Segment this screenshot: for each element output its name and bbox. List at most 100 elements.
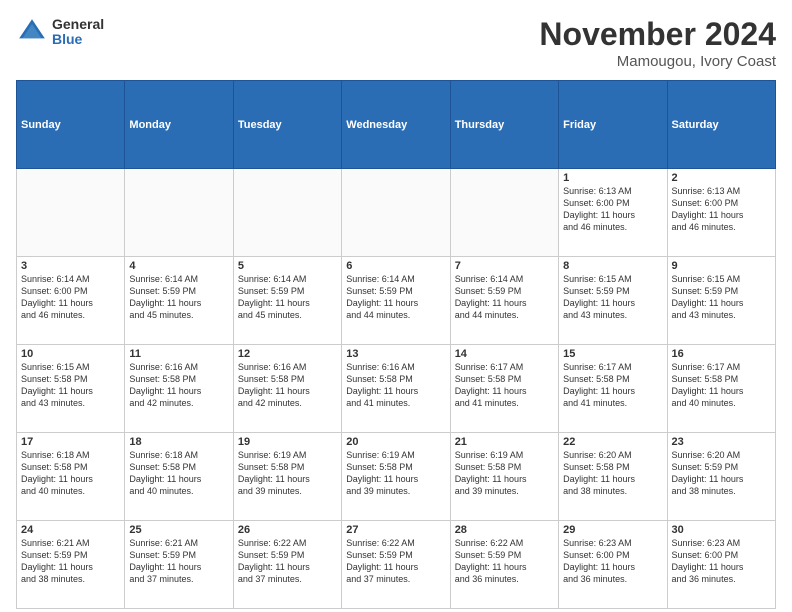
month-title: November 2024 xyxy=(539,16,776,53)
day-number: 21 xyxy=(455,436,554,448)
cell-w5-d3: 26Sunrise: 6:22 AM Sunset: 5:59 PM Dayli… xyxy=(233,521,341,609)
day-number: 5 xyxy=(238,260,337,272)
col-thursday: Thursday xyxy=(450,81,558,169)
cell-w1-d3 xyxy=(233,169,341,257)
col-wednesday: Wednesday xyxy=(342,81,450,169)
cell-info: Sunrise: 6:23 AM Sunset: 6:00 PM Dayligh… xyxy=(563,537,662,586)
cell-w2-d1: 3Sunrise: 6:14 AM Sunset: 6:00 PM Daylig… xyxy=(17,257,125,345)
cell-w1-d4 xyxy=(342,169,450,257)
day-number: 1 xyxy=(563,172,662,184)
cell-info: Sunrise: 6:15 AM Sunset: 5:58 PM Dayligh… xyxy=(21,361,120,410)
week-row-1: 1Sunrise: 6:13 AM Sunset: 6:00 PM Daylig… xyxy=(17,169,776,257)
day-number: 24 xyxy=(21,524,120,536)
day-number: 14 xyxy=(455,348,554,360)
cell-info: Sunrise: 6:19 AM Sunset: 5:58 PM Dayligh… xyxy=(346,449,445,498)
day-number: 9 xyxy=(672,260,771,272)
col-friday: Friday xyxy=(559,81,667,169)
calendar-header-row: Sunday Monday Tuesday Wednesday Thursday… xyxy=(17,81,776,169)
cell-w2-d2: 4Sunrise: 6:14 AM Sunset: 5:59 PM Daylig… xyxy=(125,257,233,345)
cell-w5-d5: 28Sunrise: 6:22 AM Sunset: 5:59 PM Dayli… xyxy=(450,521,558,609)
page: General Blue November 2024 Mamougou, Ivo… xyxy=(0,0,792,612)
day-number: 12 xyxy=(238,348,337,360)
cell-info: Sunrise: 6:19 AM Sunset: 5:58 PM Dayligh… xyxy=(238,449,337,498)
cell-w5-d2: 25Sunrise: 6:21 AM Sunset: 5:59 PM Dayli… xyxy=(125,521,233,609)
title-block: November 2024 Mamougou, Ivory Coast xyxy=(539,16,776,70)
cell-w4-d6: 22Sunrise: 6:20 AM Sunset: 5:58 PM Dayli… xyxy=(559,433,667,521)
cell-info: Sunrise: 6:16 AM Sunset: 5:58 PM Dayligh… xyxy=(129,361,228,410)
cell-info: Sunrise: 6:19 AM Sunset: 5:58 PM Dayligh… xyxy=(455,449,554,498)
day-number: 19 xyxy=(238,436,337,448)
cell-info: Sunrise: 6:14 AM Sunset: 5:59 PM Dayligh… xyxy=(238,273,337,322)
day-number: 18 xyxy=(129,436,228,448)
location: Mamougou, Ivory Coast xyxy=(539,53,776,70)
day-number: 10 xyxy=(21,348,120,360)
day-number: 16 xyxy=(672,348,771,360)
cell-w2-d4: 6Sunrise: 6:14 AM Sunset: 5:59 PM Daylig… xyxy=(342,257,450,345)
calendar-body: 1Sunrise: 6:13 AM Sunset: 6:00 PM Daylig… xyxy=(17,169,776,609)
cell-w4-d2: 18Sunrise: 6:18 AM Sunset: 5:58 PM Dayli… xyxy=(125,433,233,521)
cell-info: Sunrise: 6:17 AM Sunset: 5:58 PM Dayligh… xyxy=(563,361,662,410)
cell-w2-d3: 5Sunrise: 6:14 AM Sunset: 5:59 PM Daylig… xyxy=(233,257,341,345)
day-number: 11 xyxy=(129,348,228,360)
col-sunday: Sunday xyxy=(17,81,125,169)
day-number: 17 xyxy=(21,436,120,448)
cell-w5-d1: 24Sunrise: 6:21 AM Sunset: 5:59 PM Dayli… xyxy=(17,521,125,609)
day-number: 27 xyxy=(346,524,445,536)
logo: General Blue xyxy=(16,16,104,48)
cell-w3-d7: 16Sunrise: 6:17 AM Sunset: 5:58 PM Dayli… xyxy=(667,345,775,433)
header: General Blue November 2024 Mamougou, Ivo… xyxy=(16,16,776,70)
cell-info: Sunrise: 6:20 AM Sunset: 5:59 PM Dayligh… xyxy=(672,449,771,498)
day-number: 8 xyxy=(563,260,662,272)
cell-w4-d3: 19Sunrise: 6:19 AM Sunset: 5:58 PM Dayli… xyxy=(233,433,341,521)
week-row-2: 3Sunrise: 6:14 AM Sunset: 6:00 PM Daylig… xyxy=(17,257,776,345)
cell-info: Sunrise: 6:20 AM Sunset: 5:58 PM Dayligh… xyxy=(563,449,662,498)
cell-w1-d7: 2Sunrise: 6:13 AM Sunset: 6:00 PM Daylig… xyxy=(667,169,775,257)
cell-info: Sunrise: 6:14 AM Sunset: 5:59 PM Dayligh… xyxy=(129,273,228,322)
cell-w4-d1: 17Sunrise: 6:18 AM Sunset: 5:58 PM Dayli… xyxy=(17,433,125,521)
day-number: 13 xyxy=(346,348,445,360)
cell-w2-d6: 8Sunrise: 6:15 AM Sunset: 5:59 PM Daylig… xyxy=(559,257,667,345)
day-number: 20 xyxy=(346,436,445,448)
cell-info: Sunrise: 6:22 AM Sunset: 5:59 PM Dayligh… xyxy=(346,537,445,586)
cell-w4-d4: 20Sunrise: 6:19 AM Sunset: 5:58 PM Dayli… xyxy=(342,433,450,521)
logo-general-text: General xyxy=(52,17,104,32)
cell-info: Sunrise: 6:14 AM Sunset: 6:00 PM Dayligh… xyxy=(21,273,120,322)
cell-w1-d5 xyxy=(450,169,558,257)
cell-w2-d5: 7Sunrise: 6:14 AM Sunset: 5:59 PM Daylig… xyxy=(450,257,558,345)
cell-w4-d5: 21Sunrise: 6:19 AM Sunset: 5:58 PM Dayli… xyxy=(450,433,558,521)
cell-w1-d1 xyxy=(17,169,125,257)
cell-w1-d2 xyxy=(125,169,233,257)
cell-info: Sunrise: 6:15 AM Sunset: 5:59 PM Dayligh… xyxy=(563,273,662,322)
day-number: 4 xyxy=(129,260,228,272)
cell-info: Sunrise: 6:21 AM Sunset: 5:59 PM Dayligh… xyxy=(21,537,120,586)
cell-info: Sunrise: 6:14 AM Sunset: 5:59 PM Dayligh… xyxy=(455,273,554,322)
logo-text: General Blue xyxy=(52,17,104,48)
day-number: 22 xyxy=(563,436,662,448)
cell-info: Sunrise: 6:16 AM Sunset: 5:58 PM Dayligh… xyxy=(238,361,337,410)
cell-info: Sunrise: 6:13 AM Sunset: 6:00 PM Dayligh… xyxy=(672,185,771,234)
day-number: 6 xyxy=(346,260,445,272)
cell-w3-d4: 13Sunrise: 6:16 AM Sunset: 5:58 PM Dayli… xyxy=(342,345,450,433)
calendar-table: Sunday Monday Tuesday Wednesday Thursday… xyxy=(16,80,776,609)
week-row-4: 17Sunrise: 6:18 AM Sunset: 5:58 PM Dayli… xyxy=(17,433,776,521)
logo-blue-text: Blue xyxy=(52,32,104,47)
cell-info: Sunrise: 6:18 AM Sunset: 5:58 PM Dayligh… xyxy=(21,449,120,498)
cell-w2-d7: 9Sunrise: 6:15 AM Sunset: 5:59 PM Daylig… xyxy=(667,257,775,345)
cell-w3-d3: 12Sunrise: 6:16 AM Sunset: 5:58 PM Dayli… xyxy=(233,345,341,433)
day-number: 7 xyxy=(455,260,554,272)
cell-info: Sunrise: 6:13 AM Sunset: 6:00 PM Dayligh… xyxy=(563,185,662,234)
day-number: 2 xyxy=(672,172,771,184)
day-number: 23 xyxy=(672,436,771,448)
cell-w5-d7: 30Sunrise: 6:23 AM Sunset: 6:00 PM Dayli… xyxy=(667,521,775,609)
day-number: 3 xyxy=(21,260,120,272)
col-saturday: Saturday xyxy=(667,81,775,169)
cell-info: Sunrise: 6:22 AM Sunset: 5:59 PM Dayligh… xyxy=(455,537,554,586)
cell-w3-d2: 11Sunrise: 6:16 AM Sunset: 5:58 PM Dayli… xyxy=(125,345,233,433)
col-monday: Monday xyxy=(125,81,233,169)
cell-info: Sunrise: 6:21 AM Sunset: 5:59 PM Dayligh… xyxy=(129,537,228,586)
cell-info: Sunrise: 6:18 AM Sunset: 5:58 PM Dayligh… xyxy=(129,449,228,498)
cell-info: Sunrise: 6:22 AM Sunset: 5:59 PM Dayligh… xyxy=(238,537,337,586)
col-tuesday: Tuesday xyxy=(233,81,341,169)
day-number: 26 xyxy=(238,524,337,536)
day-number: 28 xyxy=(455,524,554,536)
